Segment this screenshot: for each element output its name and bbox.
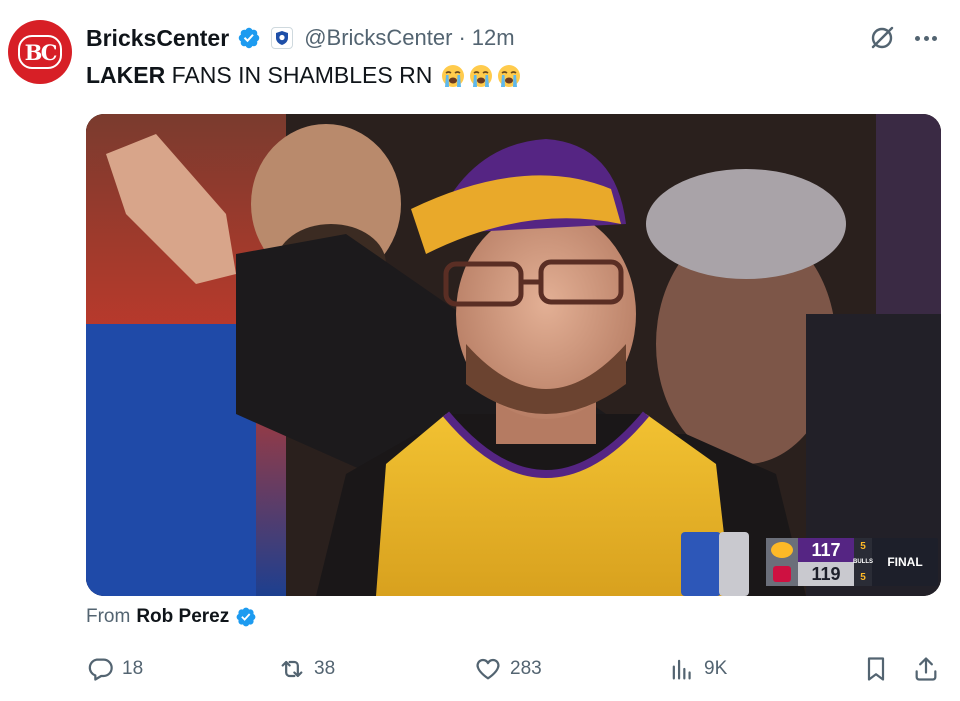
game-status: FINAL <box>887 555 923 569</box>
scoreboard: 117 119 5 BULLS 5 FINAL <box>766 538 938 586</box>
tweet-header: BricksCenter @BricksCenter · 12m <box>86 22 515 54</box>
affiliate-badge-icon[interactable] <box>271 27 294 49</box>
timestamp[interactable]: 12m <box>472 25 515 51</box>
tweet-text: LAKER FANS IN SHAMBLES RN <box>86 62 522 89</box>
like-button[interactable]: 283 <box>474 652 542 686</box>
verified-badge-icon <box>238 27 260 49</box>
views-count: 9K <box>704 658 728 679</box>
attribution-name[interactable]: Rob Perez <box>136 606 229 628</box>
team2-timeouts: 5 <box>860 571 866 583</box>
separator-dot: · <box>458 25 466 50</box>
repost-icon <box>281 660 303 678</box>
like-count: 283 <box>510 658 542 679</box>
author-handle[interactable]: @BricksCenter <box>304 25 452 51</box>
media-attribution: From Rob Perez <box>86 606 257 628</box>
avatar[interactable]: BC <box>8 20 72 84</box>
bulls-score: 119 <box>798 562 854 586</box>
loudly-crying-face-emoji <box>470 64 493 87</box>
lakers-score: 117 <box>798 538 854 562</box>
engagement-bar: 18 38 283 9K <box>86 652 942 686</box>
bulls-logo-icon <box>773 566 791 582</box>
team-logos <box>766 538 798 586</box>
team1-timeouts: 5 <box>860 541 866 553</box>
share-icon <box>915 657 937 681</box>
share-button[interactable] <box>912 652 940 686</box>
fan-photo <box>86 114 941 596</box>
tweet-media-image[interactable]: 117 119 5 BULLS 5 FINAL <box>86 114 941 596</box>
loudly-crying-face-emoji <box>442 64 465 87</box>
avatar-logo-text: BC <box>17 35 63 69</box>
bookmark-button[interactable] <box>862 652 890 686</box>
tweet-text-bold: LAKER <box>86 62 166 88</box>
lakers-logo-icon <box>771 542 793 558</box>
more-options-icon[interactable] <box>912 24 940 52</box>
views-button[interactable]: 9K <box>668 652 727 686</box>
loudly-crying-face-emoji <box>498 64 521 87</box>
heart-icon <box>476 658 500 680</box>
bookmark-icon <box>867 657 885 681</box>
attribution-prefix: From <box>86 606 131 627</box>
reply-button[interactable]: 18 <box>86 652 143 686</box>
reply-count: 18 <box>122 658 144 679</box>
reply-icon <box>88 658 113 681</box>
team2-abbr: BULLS <box>853 558 873 565</box>
analytics-icon <box>672 659 691 680</box>
verified-badge-icon <box>236 607 256 627</box>
grok-icon[interactable] <box>868 24 896 52</box>
display-name[interactable]: BricksCenter <box>86 25 229 52</box>
tweet-text-rest: FANS IN SHAMBLES RN <box>165 62 433 88</box>
repost-count: 38 <box>314 658 336 679</box>
shield-icon <box>276 31 289 45</box>
repost-button[interactable]: 38 <box>278 652 335 686</box>
